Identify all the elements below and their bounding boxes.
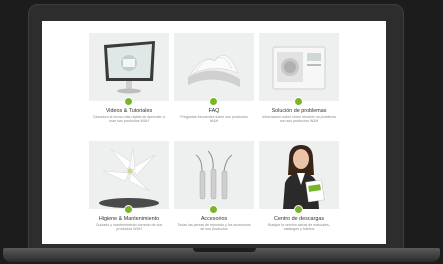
laptop-notch xyxy=(193,248,256,252)
tile-description: Información sobre cómo resolver un probl… xyxy=(262,115,336,124)
accent-dot xyxy=(294,205,303,214)
tile-download-center[interactable]: Centro de descargas Busque la versión ac… xyxy=(259,141,339,237)
tile-description: Cuidado y mantenimiento correcto de sus … xyxy=(95,223,163,232)
tile-title: FAQ xyxy=(208,108,220,114)
laptop-base xyxy=(3,248,440,262)
sterilizer-icon xyxy=(259,33,339,101)
book-icon xyxy=(174,33,254,101)
tile-hygiene-maintenance[interactable]: Higiene & Mantenimiento Cuidado y manten… xyxy=(89,141,169,237)
tile-description: Preguntas frecuentes sobre sus productos… xyxy=(180,115,248,124)
laptop-screen: Videos & Tutoriales Descubra la forma má… xyxy=(42,21,386,244)
tile-description: Busque la versión actual de manuales, ca… xyxy=(268,223,330,232)
tile-videos-tutorials[interactable]: Videos & Tutoriales Descubra la forma má… xyxy=(89,33,169,129)
accent-dot xyxy=(209,97,218,106)
tile-title: Accesorios xyxy=(200,216,228,222)
tile-accessories[interactable]: Accesorios Todas las piezas de repuesto … xyxy=(174,141,254,237)
tile-title: Centro de descargas xyxy=(273,216,325,222)
woman-with-brochure-icon xyxy=(259,141,339,209)
accent-dot xyxy=(209,205,218,214)
accent-dot xyxy=(124,205,133,214)
accent-dot xyxy=(124,97,133,106)
lily-icon xyxy=(89,141,169,209)
support-tiles-grid: Videos & Tutoriales Descubra la forma má… xyxy=(89,33,339,237)
monitor-icon xyxy=(89,33,169,101)
scaler-tips-icon xyxy=(174,141,254,209)
tile-title: Higiene & Mantenimiento xyxy=(98,216,160,222)
tile-faq[interactable]: FAQ Preguntas frecuentes sobre sus produ… xyxy=(174,33,254,129)
tile-description: Todas las piezas de repuesto y los acces… xyxy=(177,223,251,232)
tile-title: Videos & Tutoriales xyxy=(105,108,153,114)
tile-title: Solución de problemas xyxy=(271,108,327,114)
tile-troubleshooting[interactable]: Solución de problemas Información sobre … xyxy=(259,33,339,129)
accent-dot xyxy=(294,97,303,106)
tile-description: Descubra la forma más rápida de aprender… xyxy=(93,115,165,124)
